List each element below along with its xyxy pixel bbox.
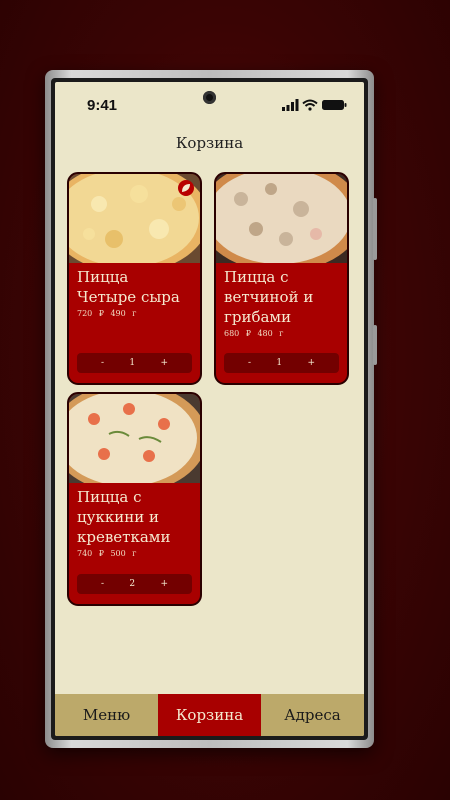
increase-button[interactable]: + [160, 358, 168, 368]
side-button [373, 198, 377, 260]
quantity-value: 2 [129, 579, 136, 589]
item-weight: 480 г [257, 329, 284, 338]
side-button [373, 325, 377, 365]
status-time: 9:41 [87, 97, 118, 114]
item-name: Пицца Четыре сыра [77, 268, 180, 306]
item-weight: 490 г [110, 309, 137, 318]
item-name: Пицца с цуккини и креветками [77, 488, 171, 546]
tab-menu[interactable]: Меню [55, 694, 158, 736]
increase-button[interactable]: + [160, 579, 168, 589]
quantity-stepper: - 2 + [77, 574, 192, 594]
app-screen: 9:41 Корзина Пицца Четыре сыра 720 ₽ 490… [55, 82, 364, 736]
decrease-button[interactable]: - [101, 579, 104, 589]
cart-item: Пицца с цуккини и креветками 740 ₽ 500 г… [67, 392, 202, 606]
quantity-value: 1 [129, 358, 136, 368]
item-price: 680 ₽ [224, 329, 251, 338]
screen-bezel: 9:41 Корзина Пицца Четыре сыра 720 ₽ 490… [51, 78, 368, 740]
pizza-image [216, 174, 347, 263]
status-bar: 9:41 [55, 82, 364, 122]
wifi-icon [302, 99, 318, 111]
pizza-image [69, 394, 200, 483]
item-meta: 740 ₽ 500 г [77, 549, 192, 558]
tab-addresses[interactable]: Адреса [261, 694, 364, 736]
quantity-stepper: - 1 + [224, 353, 339, 373]
item-meta: 680 ₽ 480 г [224, 329, 339, 338]
page-title: Корзина [175, 134, 244, 152]
increase-button[interactable]: + [307, 358, 315, 368]
battery-icon [322, 100, 347, 110]
item-meta: 720 ₽ 490 г [77, 309, 192, 318]
cart-item: Пицца с ветчиной и грибами 680 ₽ 480 г -… [214, 172, 349, 385]
quantity-stepper: - 1 + [77, 353, 192, 373]
leaf-icon [178, 180, 194, 196]
decrease-button[interactable]: - [101, 358, 104, 368]
item-name: Пицца с ветчиной и грибами [224, 268, 314, 326]
pizza-image [69, 174, 200, 263]
signal-icon [282, 99, 299, 111]
phone-frame: 9:41 Корзина Пицца Четыре сыра 720 ₽ 490… [45, 70, 377, 748]
cart-item: Пицца Четыре сыра 720 ₽ 490 г - 1 + [67, 172, 202, 385]
item-price: 720 ₽ [77, 309, 104, 318]
item-price: 740 ₽ [77, 549, 104, 558]
bottom-tab-bar: Меню Корзина Адреса [55, 694, 364, 736]
decrease-button[interactable]: - [248, 358, 251, 368]
status-icons [282, 99, 347, 111]
camera-icon [203, 91, 216, 104]
item-weight: 500 г [110, 549, 137, 558]
tab-cart[interactable]: Корзина [158, 694, 261, 736]
quantity-value: 1 [276, 358, 283, 368]
